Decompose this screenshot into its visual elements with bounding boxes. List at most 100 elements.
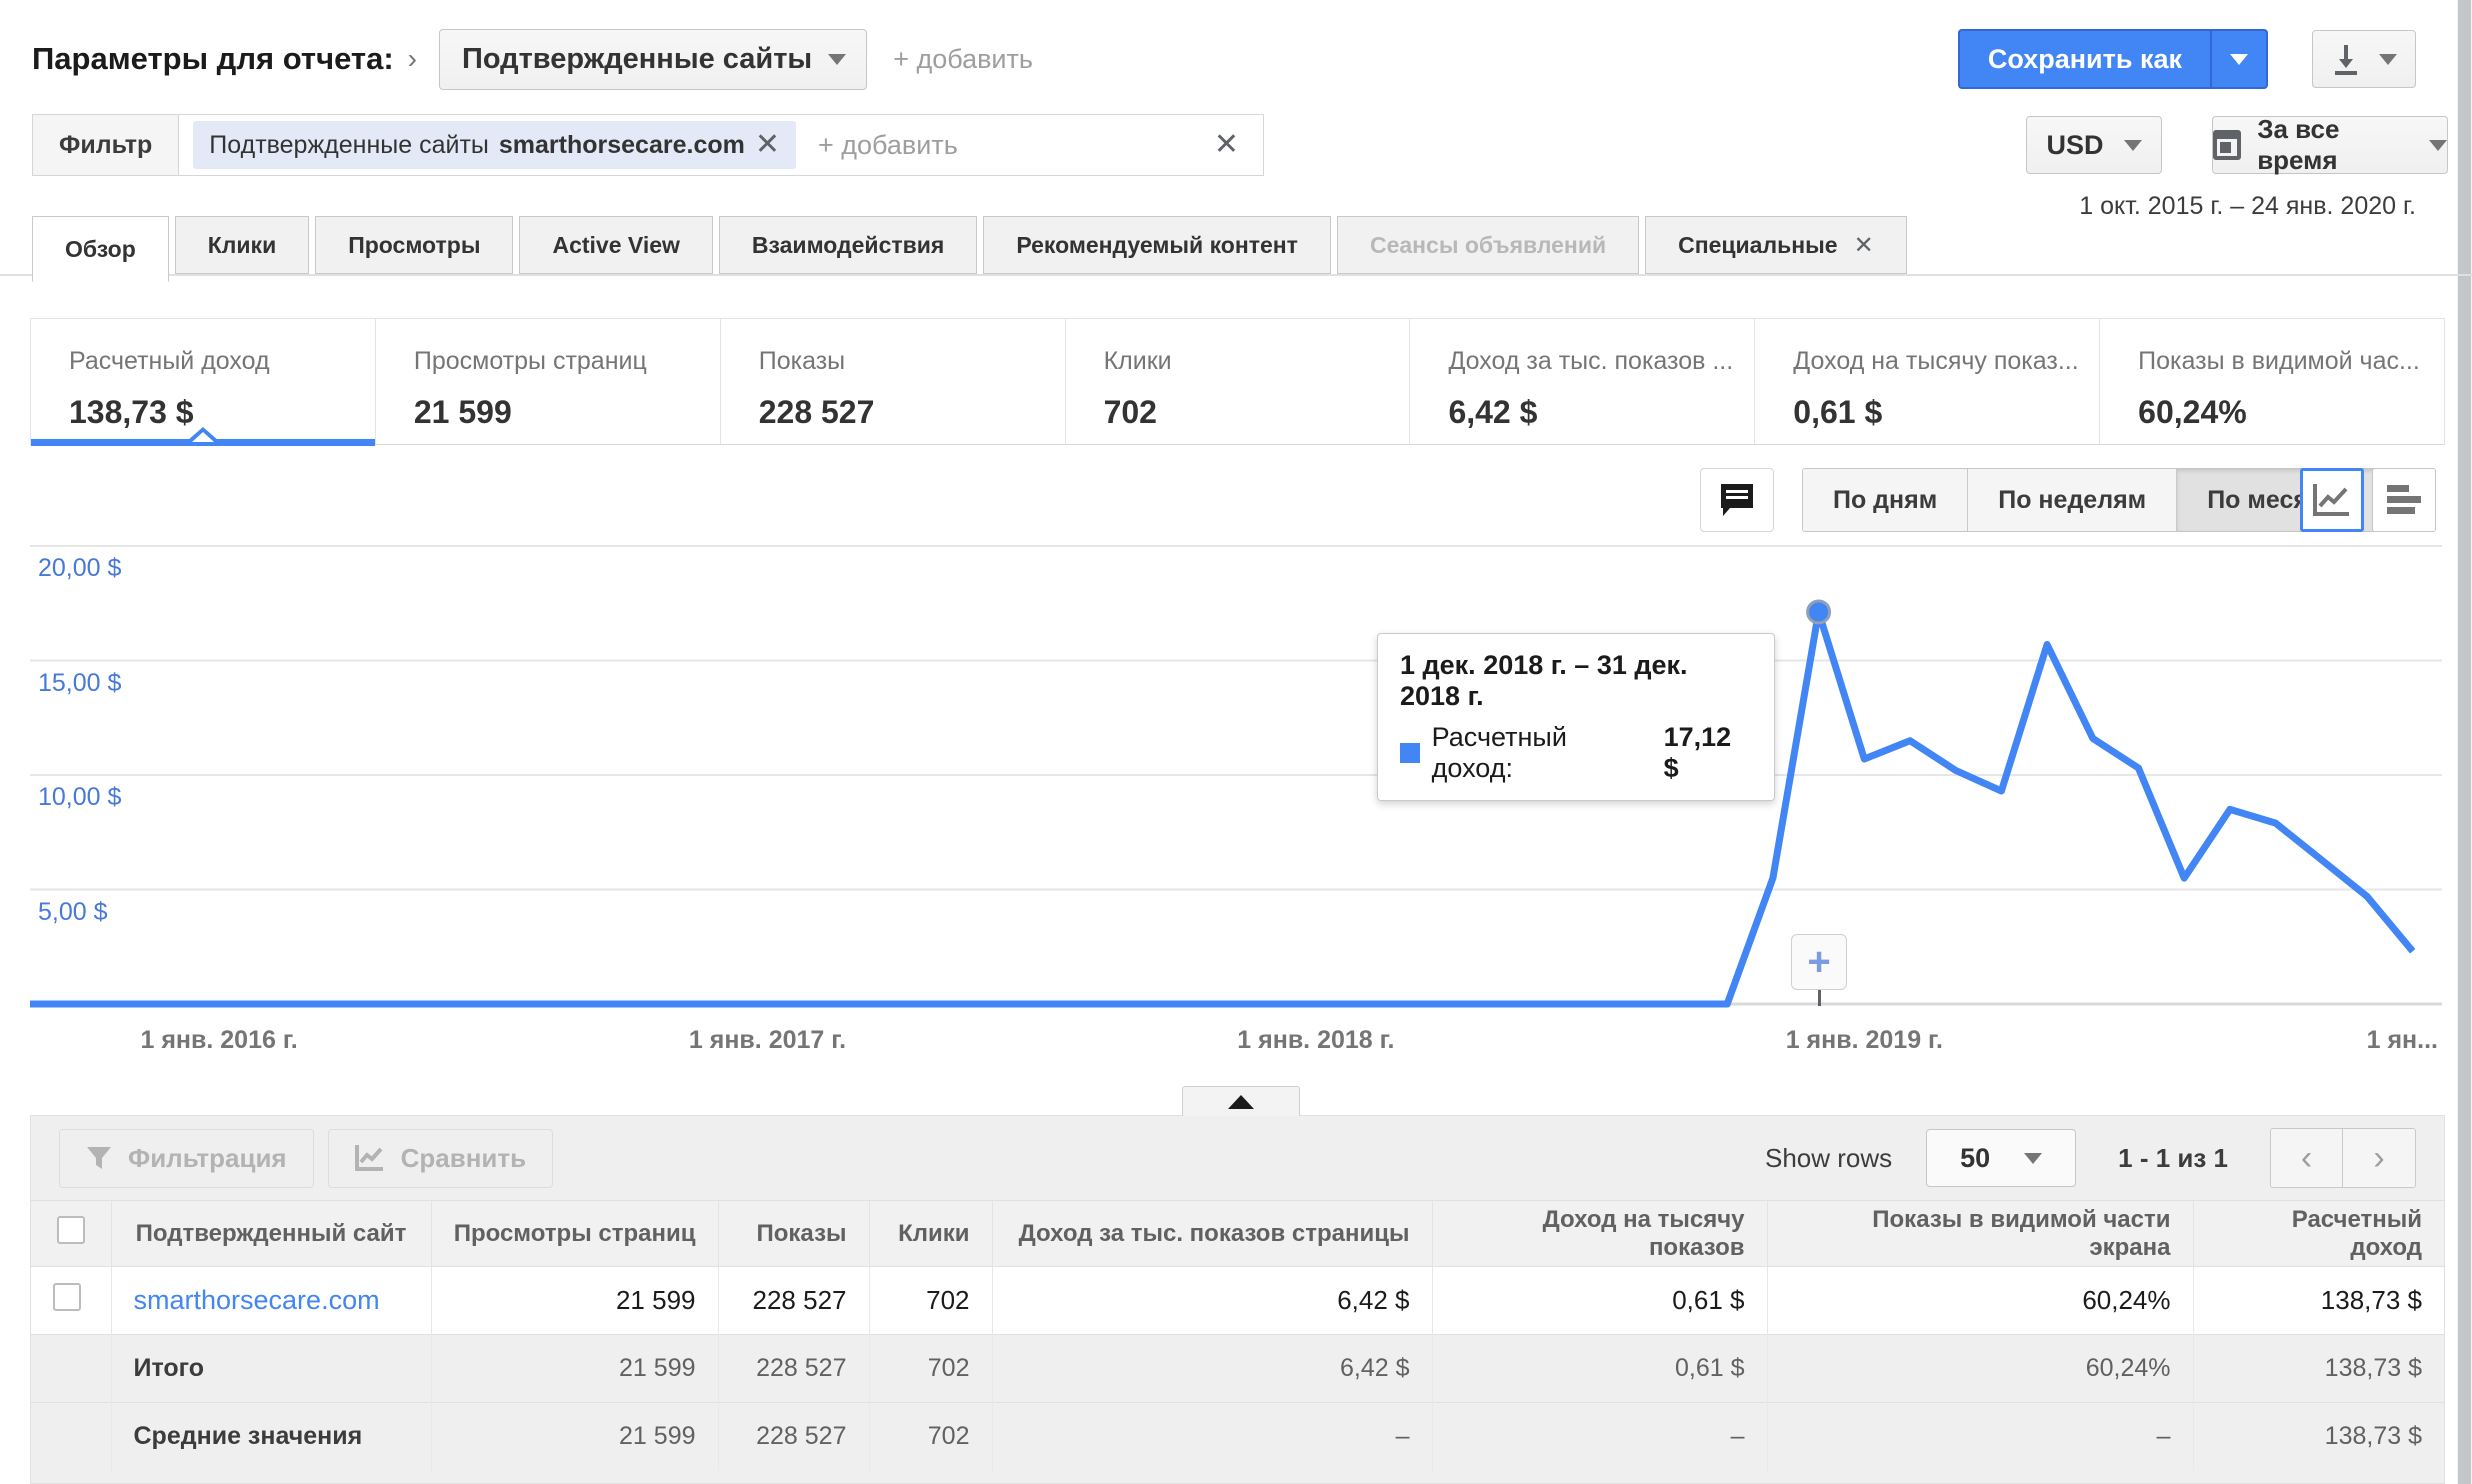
table-cell: 228 527 (717, 1266, 869, 1335)
metric-label: Расчетный доход (69, 347, 270, 375)
currency-label: USD (2046, 129, 2104, 160)
table-cell: 0,61 $ (1431, 1266, 1767, 1335)
filter-clear-icon[interactable]: ✕ (1214, 130, 1239, 160)
table-cell: 702 (868, 1266, 992, 1335)
filter-chip[interactable]: Подтвержденные сайты smarthorsecare.com … (193, 121, 796, 169)
revenue-line-chart[interactable]: 20,00 $ 15,00 $ 10,00 $ 5,00 $ 1 дек. 2018 … (0, 530, 2472, 1010)
tab-рекомендуемый-контент[interactable]: Рекомендуемый контент (983, 216, 1331, 274)
x-axis-labels: 1 янв. 2016 г. 1 янв. 2017 г. 1 янв. 2018 … (0, 1026, 2472, 1066)
series-swatch (1400, 743, 1420, 763)
select-all-checkbox[interactable] (56, 1216, 85, 1244)
column-header[interactable]: Показы (717, 1200, 869, 1267)
report-type-dropdown[interactable]: Подтвержденные сайты (439, 28, 868, 90)
tab-обзор[interactable]: Обзор (32, 216, 169, 282)
annotations-button[interactable] (1700, 468, 1774, 532)
metric-label: Клики (1103, 347, 1172, 375)
next-page-button[interactable]: › (2343, 1129, 2415, 1187)
column-header[interactable]: Просмотры страниц (430, 1200, 718, 1267)
date-range-text: 1 окт. 2015 г. – 24 янв. 2020 г. (2079, 192, 2416, 220)
tab-close-icon[interactable]: ✕ (1854, 231, 1874, 260)
metric-cards: Расчетный доход 138,73 $ Просмотры страниц… (30, 318, 2446, 446)
save-as-dropdown[interactable] (2210, 29, 2268, 89)
metric-label: Показы (758, 347, 846, 375)
page-title: Параметры для отчета: (32, 41, 394, 76)
tooltip-date: 1 дек. 2018 г. – 31 дек. 2018 г. (1400, 650, 1688, 711)
save-as-button[interactable]: Сохранить как (1957, 29, 2210, 89)
metric-label: Доход за тыс. показов ... (1448, 347, 1734, 375)
save-as-split-button: Сохранить как (1957, 29, 2268, 89)
row-checkbox-cell (31, 1266, 111, 1335)
download-button[interactable] (2312, 30, 2416, 88)
prev-page-button[interactable]: ‹ (2271, 1129, 2343, 1187)
metric-card[interactable]: Показы в видимой час... 60,24% (2099, 319, 2446, 444)
metric-card[interactable]: Показы 228 527 (719, 319, 1065, 444)
selected-notch (186, 427, 219, 442)
column-header[interactable]: Расчетный доход (2192, 1200, 2444, 1267)
table-cell: 60,24% (1766, 1266, 2193, 1335)
chevron-down-icon (2123, 139, 2142, 151)
granularity-button[interactable]: По неделям (1968, 469, 2178, 531)
line-chart-button[interactable] (2300, 468, 2364, 532)
table-cell: 702 (868, 1402, 992, 1471)
tab-клики[interactable]: Клики (174, 216, 310, 274)
column-header[interactable]: Подтвержденный сайт (110, 1200, 431, 1267)
metric-card[interactable]: Просмотры страниц 21 599 (374, 319, 720, 444)
column-header[interactable]: Клики (868, 1200, 992, 1267)
show-rows-label: Show rows (1765, 1142, 1893, 1173)
granularity-button[interactable]: По дням (1803, 469, 1969, 531)
tab-просмотры[interactable]: Просмотры (315, 216, 514, 274)
calendar-icon (2213, 130, 2242, 160)
tab-label: Рекомендуемый контент (1016, 231, 1298, 258)
zoom-plus-button[interactable]: + (1791, 934, 1847, 990)
table-cell: 228 527 (717, 1402, 869, 1471)
metric-card[interactable]: Клики 702 (1064, 319, 1410, 444)
currency-dropdown[interactable]: USD (2026, 116, 2162, 174)
scrollbar-thumb[interactable] (2458, 0, 2471, 1484)
row-label: Итого (110, 1334, 431, 1403)
metric-value: 6,42 $ (1448, 394, 1538, 430)
table-cell: 21 599 (430, 1334, 718, 1403)
zoom-tick (1818, 990, 1821, 1006)
metric-value: 60,24% (2138, 394, 2247, 430)
bar-chart-button[interactable] (2372, 468, 2436, 532)
column-header[interactable]: Доход за тыс. показов страницы (991, 1200, 1432, 1267)
tab-active-view[interactable]: Active View (519, 216, 713, 274)
column-header[interactable]: Доход на тысячу показов (1431, 1200, 1767, 1267)
metric-card[interactable]: Доход за тыс. показов ... 6,42 $ (1409, 319, 1755, 444)
table-cell: 138,73 $ (2192, 1266, 2444, 1335)
y-axis-tick: 15,00 $ (38, 668, 122, 697)
chip-close-icon[interactable]: ✕ (755, 130, 780, 160)
metric-value: 0,61 $ (1793, 394, 1883, 430)
site-link[interactable]: smarthorsecare.com (134, 1285, 380, 1315)
metric-card[interactable]: Расчетный доход 138,73 $ (30, 319, 375, 446)
metric-value: 138,73 $ (69, 394, 194, 430)
tab-взаимодействия[interactable]: Взаимодействия (718, 216, 978, 274)
add-dimension-link[interactable]: + добавить (893, 44, 1033, 75)
table-row-avg: Средние значения 21 599 228 527 702– – –138,7… (31, 1402, 2444, 1471)
table-toolbar: Фильтрация Сравнить Show rows 50 1 - 1 и… (31, 1116, 2444, 1200)
date-range-dropdown[interactable]: За все время (2212, 114, 2448, 175)
metric-value: 702 (1103, 394, 1157, 430)
rows-per-page-value: 50 (1960, 1142, 1991, 1173)
chevron-up-icon (1228, 1094, 1254, 1109)
row-checkbox[interactable] (53, 1283, 81, 1311)
table-filter-button[interactable]: Фильтрация (59, 1128, 314, 1188)
rows-per-page-dropdown[interactable]: 50 (1926, 1129, 2077, 1187)
table-row-site: smarthorsecare.com 21 599 228 527 702 6,42 $… (31, 1266, 2444, 1335)
filter-bar[interactable]: Фильтр Подтвержденные сайты smarthorseca… (32, 114, 1264, 176)
y-axis-tick: 10,00 $ (38, 783, 122, 811)
scrollbar-track[interactable] (2457, 0, 2472, 1484)
table-cell: – (1766, 1402, 2193, 1471)
tab-сеансы-объявлений[interactable]: Сеансы объявлений (1336, 216, 1640, 274)
report-type-label: Подтвержденные сайты (462, 42, 813, 75)
table-compare-button[interactable]: Сравнить (327, 1128, 554, 1188)
table-cell: 21 599 (430, 1402, 718, 1471)
tab-специальные[interactable]: Специальные ✕ (1645, 216, 1907, 274)
tooltip-value: 17,12 $ (1663, 722, 1732, 783)
collapse-chart-button[interactable] (1182, 1086, 1300, 1116)
tab-label: Сеансы объявлений (1369, 231, 1607, 258)
table-cell: 138,73 $ (2192, 1402, 2444, 1471)
column-header[interactable]: Показы в видимой части экрана (1766, 1200, 2193, 1267)
filter-add-placeholder[interactable]: + добавить (818, 130, 958, 161)
metric-card[interactable]: Доход на тысячу показ... 0,61 $ (1754, 319, 2100, 444)
